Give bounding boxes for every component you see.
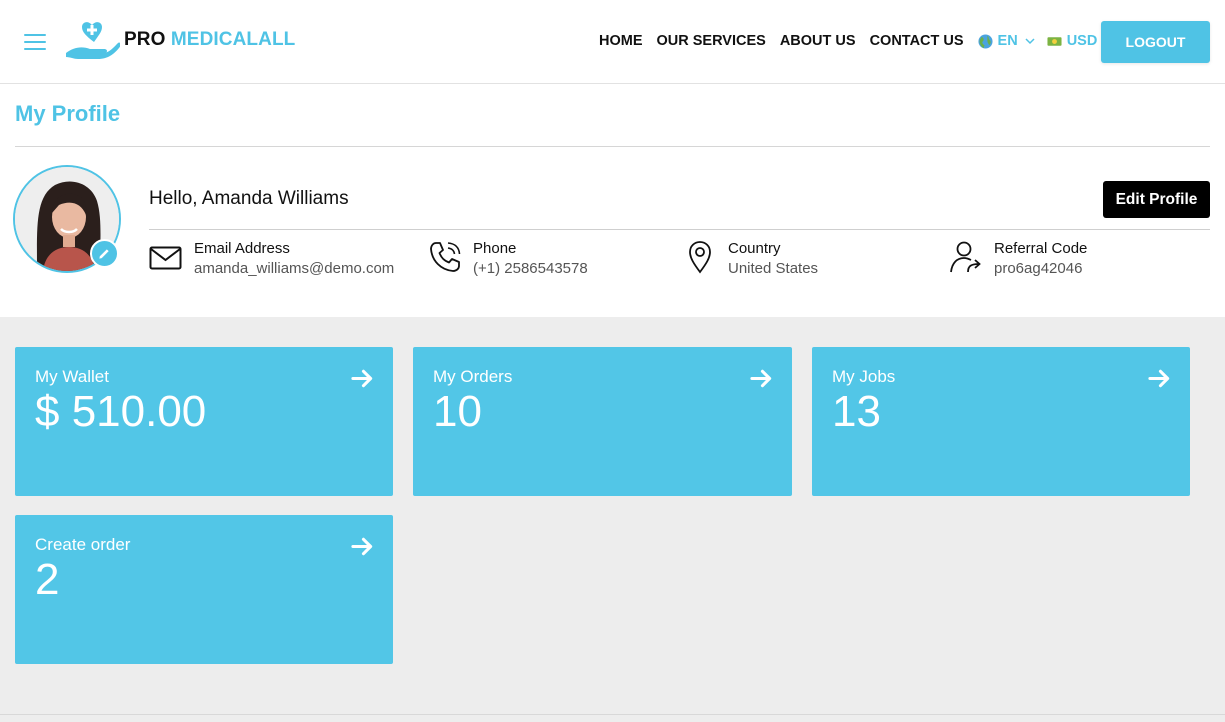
arrow-right-icon [351, 369, 373, 388]
arrow-right-icon [351, 537, 373, 556]
profile-panel: My Profile Hello, Amanda Williams Edit P… [0, 84, 1225, 317]
referral-value: pro6ag42046 [994, 260, 1083, 277]
logo-brand-text: MEDICALALL [170, 29, 296, 50]
edit-profile-button[interactable]: Edit Profile [1103, 181, 1210, 218]
envelope-icon [149, 246, 182, 270]
arrow-right-icon [1148, 369, 1170, 388]
phone-value: (+1) 2586543578 [473, 260, 588, 277]
greeting-text: Hello, Amanda Williams [149, 188, 349, 209]
card-value: 10 [433, 387, 482, 436]
email-info: Email Address amanda_williams@demo.com [149, 239, 394, 279]
logo-pro-text: PRO [124, 29, 166, 50]
hand-heart-logo-icon [66, 22, 120, 59]
pencil-icon [99, 249, 109, 259]
nav-about-us[interactable]: ABOUT US [780, 33, 856, 49]
country-value: United States [728, 260, 819, 277]
jobs-card[interactable]: My Jobs 13 [812, 347, 1190, 496]
edit-avatar-button[interactable] [90, 239, 119, 268]
avatar-container [13, 165, 121, 273]
email-label: Email Address [194, 240, 290, 257]
main-nav: HOME OUR SERVICES ABOUT US CONTACT US EN… [599, 33, 1126, 49]
card-label: My Wallet [35, 367, 109, 386]
country-label: Country [728, 240, 781, 257]
create-order-card[interactable]: Create order 2 [15, 515, 393, 664]
banknote-icon [1047, 36, 1062, 46]
divider [149, 229, 1210, 230]
divider [15, 146, 1210, 147]
top-header: PRO MEDICALALL HOME OUR SERVICES ABOUT U… [0, 0, 1225, 84]
arrow-right-icon [750, 369, 772, 388]
hamburger-menu-icon[interactable] [24, 32, 46, 50]
phone-icon [430, 242, 461, 272]
chevron-down-icon [1025, 38, 1035, 45]
card-label: My Orders [433, 367, 513, 386]
orders-card[interactable]: My Orders 10 [413, 347, 792, 496]
wallet-card[interactable]: My Wallet $ 510.00 [15, 347, 393, 496]
phone-info: Phone (+1) 2586543578 [428, 239, 588, 279]
page-title: My Profile [15, 101, 121, 126]
referral-label: Referral Code [994, 240, 1088, 257]
email-value: amanda_williams@demo.com [194, 260, 395, 277]
language-selector[interactable]: EN [978, 33, 1035, 49]
country-info: Country United States [683, 239, 818, 279]
currency-value: USD [1066, 33, 1098, 49]
nav-home[interactable]: HOME [599, 33, 643, 49]
phone-label: Phone [473, 240, 517, 257]
divider [0, 714, 1225, 715]
card-value: $ 510.00 [35, 387, 207, 436]
language-value: EN [997, 33, 1018, 49]
card-value: 13 [832, 387, 881, 436]
card-value: 2 [35, 555, 60, 604]
referral-info: Referral Code pro6ag42046 [949, 239, 1087, 279]
nav-contact-us[interactable]: CONTACT US [870, 33, 964, 49]
user-share-icon [950, 241, 981, 273]
card-label: My Jobs [832, 367, 896, 386]
map-pin-icon [689, 241, 711, 274]
nav-our-services[interactable]: OUR SERVICES [657, 33, 766, 49]
globe-icon [978, 33, 993, 49]
site-logo[interactable]: PRO MEDICALALL [64, 18, 295, 62]
logout-button[interactable]: LOGOUT [1101, 21, 1210, 63]
card-label: Create order [35, 535, 131, 554]
